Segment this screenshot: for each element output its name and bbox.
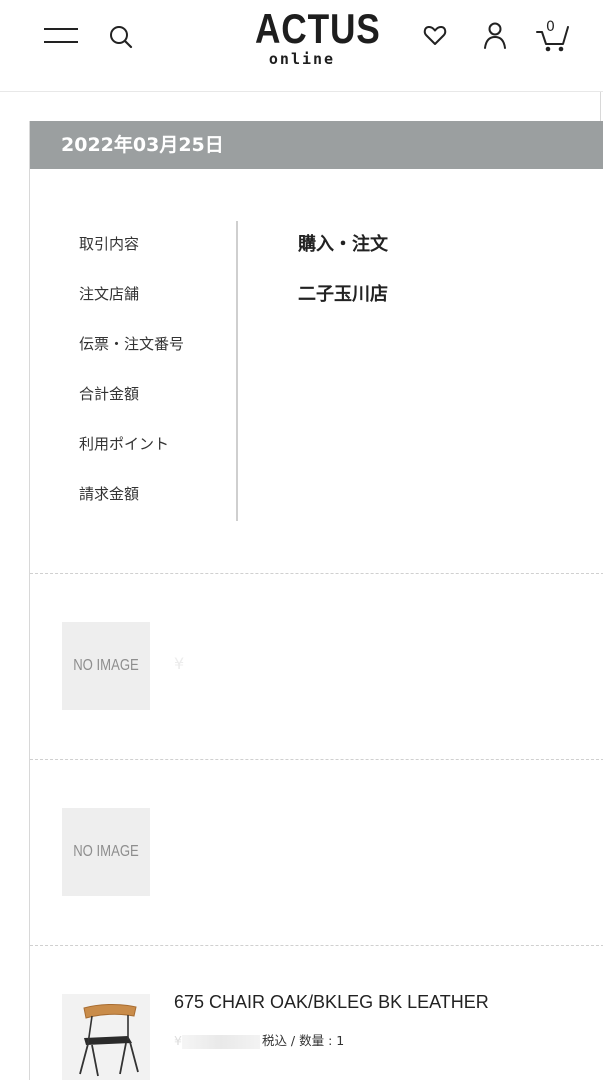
label-billing: 請求金額 bbox=[79, 485, 140, 503]
user-icon[interactable] bbox=[480, 20, 510, 52]
order-item[interactable]: NO IMAGE bbox=[30, 760, 603, 945]
item-price: ¥ bbox=[174, 654, 185, 673]
order-date: 2022年03月25日 bbox=[61, 134, 224, 156]
label-store: 注文店舗 bbox=[79, 285, 140, 303]
order-item[interactable]: NO IMAGE ¥ bbox=[30, 574, 603, 759]
logo-sub-text: online bbox=[268, 50, 336, 68]
menu-icon[interactable] bbox=[44, 24, 80, 48]
order-history-card: 2022年03月25日 取引内容 注文店舗 伝票・注文番号 合計金額 利用ポイン… bbox=[29, 121, 603, 1080]
redacted-price bbox=[181, 1034, 260, 1049]
value-transaction-type: 購入・注文 bbox=[298, 234, 388, 255]
search-icon[interactable] bbox=[106, 22, 136, 52]
item-thumbnail[interactable] bbox=[62, 994, 150, 1080]
item-price-quantity: ¥ 税込 / 数量 : 1 bbox=[174, 1030, 344, 1049]
no-image-placeholder: NO IMAGE bbox=[73, 843, 139, 860]
heart-icon[interactable] bbox=[420, 20, 450, 50]
cart-count-badge: 0 bbox=[546, 19, 555, 35]
logo-main-text: ACTUS bbox=[254, 5, 381, 52]
order-info-section: 取引内容 注文店舗 伝票・注文番号 合計金額 利用ポイント 請求金額 購入・注文… bbox=[30, 169, 603, 573]
actus-logo[interactable]: ACTUS online bbox=[246, 5, 381, 70]
order-item[interactable]: 675 CHAIR OAK/BKLEG BK LEATHER ¥ 税込 / 数量 … bbox=[30, 946, 603, 1080]
label-slip-number: 伝票・注文番号 bbox=[79, 335, 185, 353]
item-price-prefix: ¥ bbox=[174, 1033, 182, 1048]
item-quantity: 税込 / 数量 : 1 bbox=[261, 1033, 345, 1048]
no-image-placeholder: NO IMAGE bbox=[73, 657, 139, 674]
site-header: ACTUS online 0 bbox=[0, 0, 603, 92]
info-divider bbox=[236, 221, 238, 521]
order-date-bar: 2022年03月25日 bbox=[30, 121, 603, 169]
item-name[interactable]: 675 CHAIR OAK/BKLEG BK LEATHER bbox=[174, 992, 489, 1013]
label-total: 合計金額 bbox=[79, 385, 140, 403]
value-store: 二子玉川店 bbox=[298, 284, 388, 305]
chair-image bbox=[62, 994, 150, 1080]
item-thumbnail[interactable]: NO IMAGE bbox=[62, 622, 150, 710]
label-points: 利用ポイント bbox=[79, 435, 170, 453]
cart-icon[interactable]: 0 bbox=[534, 18, 572, 54]
label-transaction-type: 取引内容 bbox=[79, 235, 140, 253]
item-thumbnail[interactable]: NO IMAGE bbox=[62, 808, 150, 896]
